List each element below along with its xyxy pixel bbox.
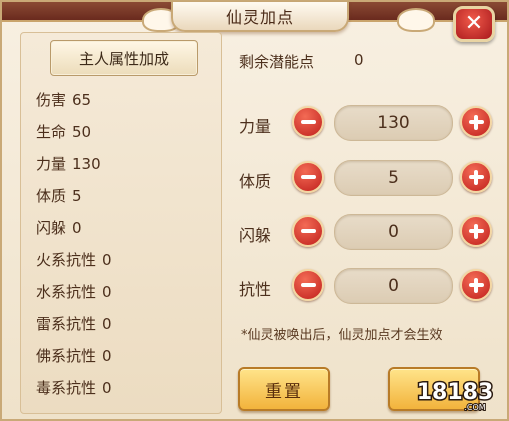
- attribute-row-dodge: 闪躲 0: [36, 219, 82, 237]
- plus-icon: [468, 223, 484, 239]
- attribute-row-thunder-resist: 雷系抗性 0: [36, 315, 112, 333]
- increase-strength-button[interactable]: [460, 106, 492, 138]
- allocation-panel: 仙灵加点 ✕ 主人属性加成 伤害 65 生命 50 力量 130 体质 5 闪躲 0 火系…: [0, 0, 509, 421]
- increase-resistance-button[interactable]: [460, 269, 492, 301]
- strength-value: 130: [377, 113, 410, 133]
- plus-icon: [468, 277, 484, 293]
- remaining-points-label: 剩余潜能点: [239, 53, 315, 71]
- stat-label-constitution: 体质: [239, 172, 272, 191]
- decrease-constitution-button[interactable]: [292, 161, 324, 193]
- attribute-row-damage: 伤害 65: [36, 91, 92, 109]
- resistance-value: 0: [388, 276, 399, 296]
- title-banner: 仙灵加点: [171, 2, 349, 32]
- increase-dodge-button[interactable]: [460, 215, 492, 247]
- watermark-logo-text: 18183: [417, 380, 494, 405]
- window-title: 仙灵加点: [225, 8, 294, 27]
- minus-icon: [300, 283, 316, 287]
- master-attributes-title: 主人属性加成: [78, 49, 169, 68]
- attribute-row-hp: 生命 50: [36, 123, 92, 141]
- stat-label-dodge: 闪躲: [239, 226, 272, 245]
- watermark-logo: 18183 .COM: [415, 379, 495, 414]
- minus-icon: [300, 175, 316, 179]
- minus-icon: [300, 120, 316, 124]
- minus-icon: [300, 229, 316, 233]
- remaining-points-value: 0: [354, 51, 364, 69]
- reset-label: 重置: [265, 381, 303, 402]
- activation-hint: *仙灵被唤出后，仙灵加点才会生效: [241, 328, 443, 343]
- plus-icon: [468, 169, 484, 185]
- master-attributes-tab[interactable]: 主人属性加成: [50, 40, 198, 76]
- reset-button[interactable]: 重置: [238, 367, 330, 411]
- attribute-row-buddha-resist: 佛系抗性 0: [36, 347, 112, 365]
- stat-label-resistance: 抗性: [239, 280, 272, 299]
- attribute-row-fire-resist: 火系抗性 0: [36, 251, 112, 269]
- attribute-row-constitution: 体质 5: [36, 187, 82, 205]
- dodge-value-box: 0: [334, 214, 453, 250]
- dodge-value: 0: [388, 222, 399, 242]
- attribute-row-water-resist: 水系抗性 0: [36, 283, 112, 301]
- constitution-value-box: 5: [334, 160, 453, 196]
- strength-value-box: 130: [334, 105, 453, 141]
- decrease-dodge-button[interactable]: [292, 215, 324, 247]
- constitution-value: 5: [388, 168, 399, 188]
- decrease-resistance-button[interactable]: [292, 269, 324, 301]
- stat-label-strength: 力量: [239, 117, 272, 136]
- attribute-row-strength: 力量 130: [36, 155, 101, 173]
- close-button[interactable]: ✕: [453, 6, 495, 42]
- decrease-strength-button[interactable]: [292, 106, 324, 138]
- plus-icon: [468, 114, 484, 130]
- resistance-value-box: 0: [334, 268, 453, 304]
- attribute-row-poison-resist: 毒系抗性 0: [36, 379, 112, 397]
- close-icon: ✕: [464, 11, 484, 36]
- watermark-logo-sub: .COM: [464, 403, 485, 412]
- increase-constitution-button[interactable]: [460, 161, 492, 193]
- right-ornament: [397, 8, 435, 32]
